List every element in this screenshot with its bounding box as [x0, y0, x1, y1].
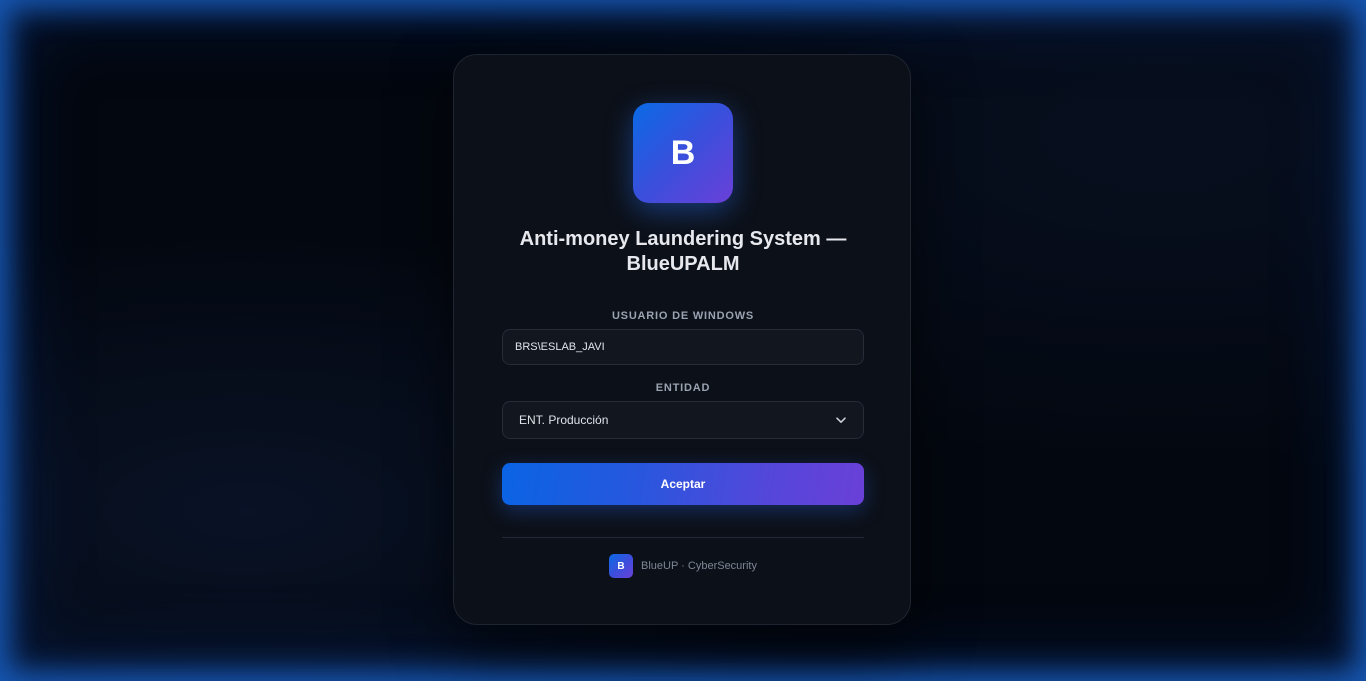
accept-button[interactable]: Aceptar: [502, 463, 864, 505]
chevron-down-icon: [835, 414, 847, 426]
login-card: B Anti-money Laundering System — BlueUPA…: [453, 54, 911, 625]
page-title: Anti-money Laundering System — BlueUPALM: [519, 228, 847, 275]
entity-select[interactable]: ENT. Producción: [502, 401, 864, 439]
app-logo: B: [633, 103, 733, 203]
entity-selected-value: ENT. Producción: [519, 413, 609, 427]
entity-label: ENTIDAD: [655, 382, 711, 394]
windows-user-field[interactable]: BRS\ESLAB_JAVI: [502, 329, 864, 365]
app-logo-letter: B: [670, 133, 696, 172]
footer: B BlueUP · CyberSecurity: [454, 554, 912, 578]
windows-user-label: USUARIO DE WINDOWS: [611, 310, 755, 322]
windows-user-value: BRS\ESLAB_JAVI: [515, 341, 605, 353]
footer-text: BlueUP · CyberSecurity: [641, 560, 757, 572]
page-background: B Anti-money Laundering System — BlueUPA…: [0, 0, 1366, 681]
footer-logo-letter: B: [617, 560, 625, 572]
divider: [502, 537, 864, 538]
footer-logo: B: [609, 554, 634, 578]
